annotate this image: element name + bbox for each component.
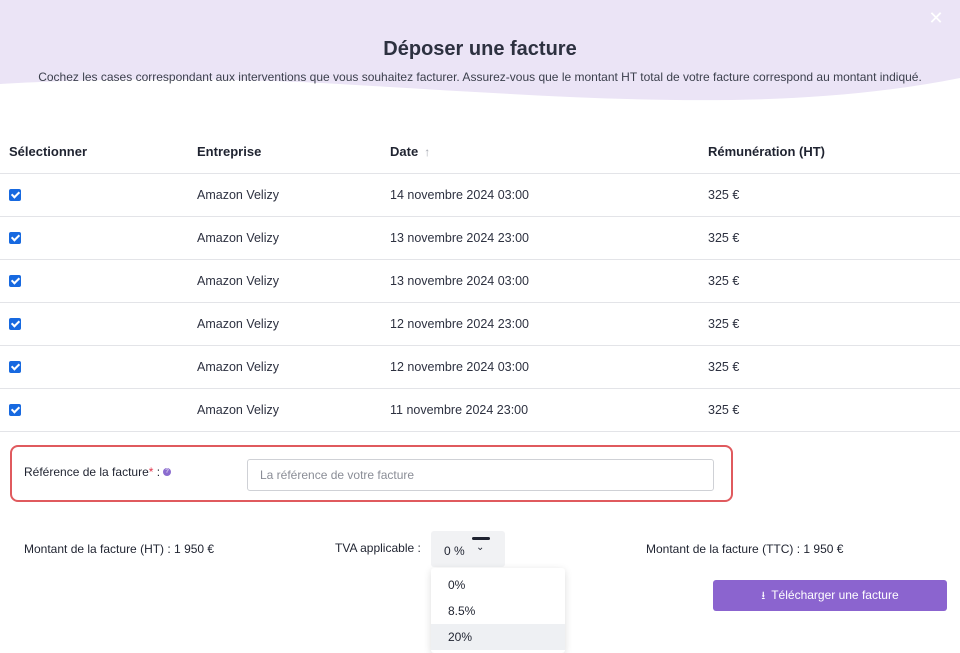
tva-selected-value: 0 % — [444, 544, 465, 558]
row-date: 13 novembre 2024 03:00 — [390, 259, 708, 303]
row-company: Amazon Velizy — [197, 173, 390, 217]
chevron-down-icon: ⌄ — [476, 542, 485, 553]
modal-title: Déposer une facture — [383, 38, 577, 60]
arrow-up-icon[interactable]: ↑ — [424, 145, 430, 159]
row-date: 11 novembre 2024 23:00 — [390, 388, 708, 432]
row-pay: 325 € — [708, 345, 960, 389]
row-company: Amazon Velizy — [197, 216, 390, 260]
row-date: 14 novembre 2024 03:00 — [390, 173, 708, 217]
tva-option-0[interactable]: 0% — [431, 572, 565, 598]
col-header-date[interactable]: Date ↑ — [390, 131, 708, 174]
col-header-select: Sélectionner — [0, 131, 197, 174]
col-header-pay: Rémunération (HT) — [708, 131, 960, 174]
row-pay: 325 € — [708, 216, 960, 260]
row-checkbox[interactable] — [9, 361, 21, 374]
tva-dropdown-menu: 0% 8.5% 20% — [431, 568, 565, 653]
table-row: Amazon Velizy 12 novembre 2024 03:00 325… — [0, 345, 960, 389]
invoice-reference-section: Référence de la facture* :? — [10, 445, 733, 502]
table-row: Amazon Velizy 11 novembre 2024 23:00 325… — [0, 388, 960, 432]
row-checkbox[interactable] — [9, 404, 21, 417]
table-row: Amazon Velizy 14 novembre 2024 03:00 325… — [0, 173, 960, 217]
download-icon: ⭳ — [761, 590, 766, 602]
upload-invoice-button-label: Télécharger une facture — [771, 588, 899, 602]
amount-ht: Montant de la facture (HT) : 1 950 € — [24, 542, 215, 556]
table-row: Amazon Velizy 12 novembre 2024 23:00 325… — [0, 302, 960, 346]
col-header-date-label: Date — [390, 144, 419, 160]
row-company: Amazon Velizy — [197, 345, 390, 389]
cursor-bar — [472, 537, 490, 540]
row-date: 12 novembre 2024 23:00 — [390, 302, 708, 346]
tva-option-8-5[interactable]: 8.5% — [431, 598, 565, 624]
interventions-table: Sélectionner Entreprise Date ↑ Rémunérati… — [0, 131, 960, 432]
row-pay: 325 € — [708, 259, 960, 303]
table-row: Amazon Velizy 13 novembre 2024 23:00 325… — [0, 216, 960, 260]
upload-invoice-button[interactable]: ⭳ Télécharger une facture — [713, 580, 947, 611]
invoice-reference-input[interactable] — [247, 459, 714, 491]
tva-label: TVA applicable : — [335, 541, 421, 555]
row-pay: 325 € — [708, 388, 960, 432]
row-checkbox[interactable] — [9, 318, 21, 331]
table-row: Amazon Velizy 13 novembre 2024 03:00 325… — [0, 259, 960, 303]
invoice-reference-label-text: Référence de la facture — [24, 465, 149, 479]
amount-ttc: Montant de la facture (TTC) : 1 950 € — [646, 542, 844, 556]
row-pay: 325 € — [708, 173, 960, 217]
tva-select[interactable]: 0 % ⌄ — [431, 531, 505, 567]
row-company: Amazon Velizy — [197, 259, 390, 303]
col-header-company: Entreprise — [197, 131, 390, 174]
label-colon: : — [153, 465, 161, 479]
row-checkbox[interactable] — [9, 275, 21, 288]
table-header-row: Sélectionner Entreprise Date ↑ Rémunérati… — [0, 131, 960, 174]
row-checkbox[interactable] — [9, 189, 21, 202]
row-date: 13 novembre 2024 23:00 — [390, 216, 708, 260]
row-company: Amazon Velizy — [197, 388, 390, 432]
modal-subtitle: Cochez les cases correspondant aux inter… — [38, 70, 922, 84]
row-company: Amazon Velizy — [197, 302, 390, 346]
question-icon[interactable]: ? — [163, 468, 172, 476]
tva-option-20[interactable]: 20% — [431, 624, 565, 650]
row-date: 12 novembre 2024 03:00 — [390, 345, 708, 389]
row-pay: 325 € — [708, 302, 960, 346]
close-icon[interactable]: ✕ — [926, 8, 946, 28]
row-checkbox[interactable] — [9, 232, 21, 245]
invoice-reference-label: Référence de la facture* :? — [24, 465, 172, 479]
